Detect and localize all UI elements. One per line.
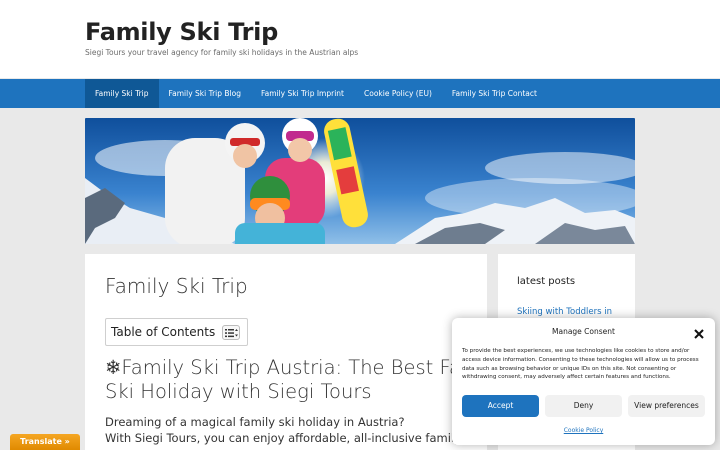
- nav-item-family-ski-trip[interactable]: Family Ski Trip: [85, 79, 159, 108]
- accept-button[interactable]: Accept: [462, 395, 539, 417]
- sidebar-title: latest posts: [517, 276, 576, 287]
- nav-item-imprint[interactable]: Family Ski Trip Imprint: [251, 79, 354, 108]
- deny-button[interactable]: Deny: [545, 395, 622, 417]
- nav-item-cookie-policy[interactable]: Cookie Policy (EU): [354, 79, 442, 108]
- hero-image: [85, 118, 635, 244]
- site-header: Family Ski Trip Siegi Tours your travel …: [0, 0, 720, 78]
- site-title[interactable]: Family Ski Trip: [85, 18, 278, 46]
- nav-item-blog[interactable]: Family Ski Trip Blog: [159, 79, 251, 108]
- table-of-contents[interactable]: Table of Contents: [105, 318, 248, 346]
- site-tagline: Siegi Tours your travel agency for famil…: [85, 48, 359, 57]
- cookie-policy-link[interactable]: Cookie Policy: [452, 427, 715, 434]
- cookie-consent-dialog: Manage Consent To provide the best exper…: [452, 318, 715, 445]
- sidebar-post-link[interactable]: Skiing with Toddlers in: [517, 306, 627, 318]
- nav-item-contact[interactable]: Family Ski Trip Contact: [442, 79, 547, 108]
- article-heading-line1: ❄Family Ski Trip Austria: The Best Fami: [105, 356, 486, 379]
- page-title: Family Ski Trip: [105, 274, 248, 298]
- article-heading-line2: Ski Holiday with Siegi Tours: [105, 380, 372, 403]
- toc-toggle-button[interactable]: [222, 325, 240, 340]
- article-heading: ❄Family Ski Trip Austria: The Best Fami …: [105, 356, 485, 404]
- list-icon: [225, 329, 238, 338]
- main-navigation: Family Ski Trip Family Ski Trip Blog Fam…: [0, 79, 720, 108]
- close-icon[interactable]: [693, 325, 705, 339]
- view-preferences-button[interactable]: View preferences: [628, 395, 705, 417]
- content-card: Family Ski Trip Table of Contents ❄Famil…: [85, 254, 539, 450]
- hero-ski-family-image: [85, 118, 635, 244]
- translate-button[interactable]: Translate »: [10, 434, 80, 450]
- consent-text: To provide the best experiences, we use …: [462, 348, 699, 381]
- toc-label: Table of Contents: [111, 325, 216, 339]
- consent-title: Manage Consent: [552, 327, 615, 336]
